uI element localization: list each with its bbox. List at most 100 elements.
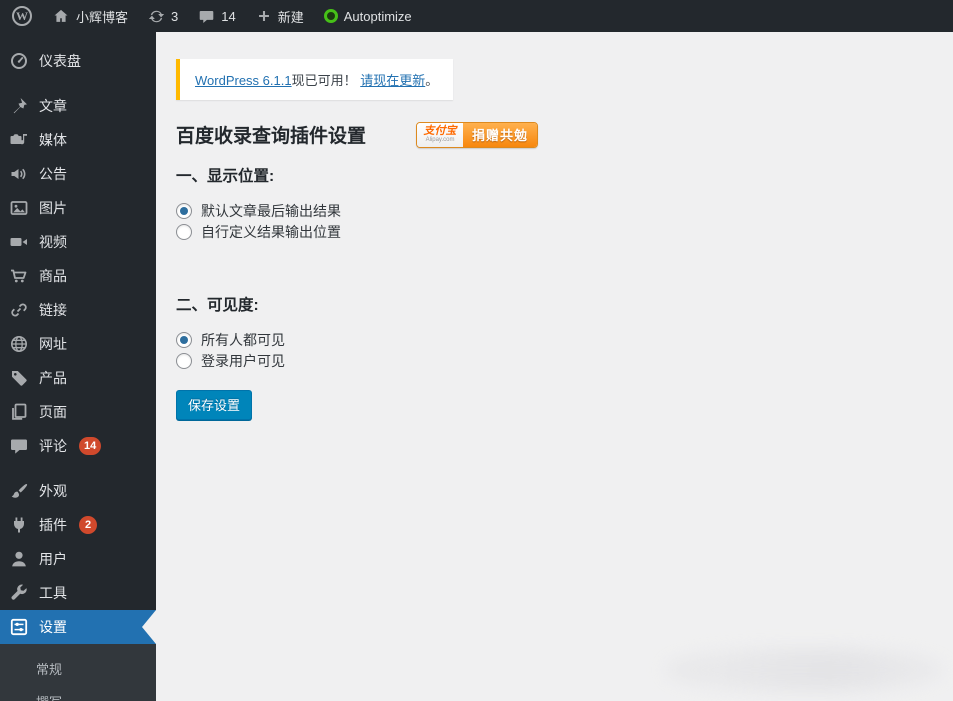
section-heading: 一、显示位置: (176, 168, 275, 185)
comment-icon (198, 8, 215, 25)
update-notice: WordPress 6.1.1现已可用！ 请现在更新。 (176, 59, 454, 100)
new-content-link[interactable]: 新建 (246, 0, 314, 32)
radio-option[interactable]: 所有人都可见 (176, 330, 933, 349)
alipay-donate-button[interactable]: 支付宝 Alipay.com 捐赠共勉 (416, 121, 539, 148)
count-badge: 2 (79, 516, 97, 534)
sidebar-item-label: 商品 (39, 268, 67, 284)
media-icon (9, 130, 29, 150)
sidebar-item-label: 网址 (39, 336, 67, 352)
page-title: 百度收录查询插件设置 (176, 126, 367, 147)
wordpress-logo-icon: W (12, 6, 32, 26)
settings-section: 二、可见度: 所有人都可见 登录用户可见 (176, 293, 933, 370)
sidebar-item-media[interactable]: 媒体 (0, 123, 156, 157)
menu-separator (0, 463, 156, 474)
radio-option[interactable]: 默认文章最后输出结果 (176, 201, 933, 220)
cart-icon (9, 266, 29, 286)
settings-section: 一、显示位置: 默认文章最后输出结果 自行定义结果输出位置 (176, 164, 933, 241)
save-settings-button[interactable]: 保存设置 (176, 390, 253, 420)
autoptimize-link[interactable]: Autoptimize (314, 0, 422, 32)
home-icon (52, 7, 70, 25)
site-name: 小辉博客 (76, 9, 129, 25)
menu-separator (0, 78, 156, 89)
video-icon (9, 232, 29, 252)
radio-checked-icon[interactable] (176, 331, 192, 348)
sidebar-item-label: 插件 (39, 517, 67, 533)
sidebar-item-label: 用户 (39, 551, 67, 567)
sidebar-item-links[interactable]: 链接 (0, 293, 156, 327)
sidebar-item-label: 公告 (39, 166, 67, 182)
site-home-link[interactable]: 小辉博客 (42, 0, 138, 32)
main-content: WordPress 6.1.1现已可用！ 请现在更新。 百度收录查询插件设置 支… (156, 32, 953, 701)
image-icon (9, 198, 29, 218)
sidebar-item-posts[interactable]: 文章 (0, 89, 156, 123)
sidebar-item-videos[interactable]: 视频 (0, 225, 156, 259)
updates-link[interactable]: 3 (138, 0, 188, 32)
comment-icon (9, 436, 29, 456)
sidebar-item-label: 媒体 (39, 132, 67, 148)
sidebar-item-products[interactable]: 产品 (0, 361, 156, 395)
update-count: 3 (171, 8, 179, 24)
sidebar-item-announcements[interactable]: 公告 (0, 157, 156, 191)
sidebar-item-settings[interactable]: 设置 (0, 610, 156, 644)
sidebar-item-label: 图片 (39, 200, 67, 216)
sidebar-item-label: 工具 (39, 585, 67, 601)
sidebar-item-tools[interactable]: 工具 (0, 576, 156, 610)
sidebar-item-label: 产品 (39, 370, 67, 386)
sidebar-item-label: 文章 (39, 98, 67, 114)
count-badge: 14 (79, 437, 102, 455)
sidebar-item-label: 设置 (39, 619, 67, 635)
user-icon (9, 549, 29, 569)
radio-option[interactable]: 登录用户可见 (176, 351, 933, 370)
sidebar-item-comments[interactable]: 评论 14 (0, 429, 156, 463)
comments-link[interactable]: 14 (188, 0, 245, 32)
admin-sidebar: 仪表盘文章媒体公告图片视频商品链接网址产品页面评论 14 外观插件 2 用户工具设置 常… (0, 32, 156, 701)
sidebar-item-users[interactable]: 用户 (0, 542, 156, 576)
globe-icon (9, 334, 29, 354)
radio-option-label: 登录用户可见 (201, 352, 285, 369)
radio-option[interactable]: 自行定义结果输出位置 (176, 222, 933, 241)
settings-submenu: 常规撰写 (0, 644, 156, 701)
sidebar-item-urls[interactable]: 网址 (0, 327, 156, 361)
radio-option-label: 默认文章最后输出结果 (201, 202, 341, 219)
comment-count: 14 (221, 8, 236, 24)
dashboard-icon (9, 51, 29, 71)
wrench-icon (9, 583, 29, 603)
sidebar-item-label: 评论 (39, 438, 67, 454)
notice-suffix: 。 (425, 73, 439, 88)
sidebar-item-images[interactable]: 图片 (0, 191, 156, 225)
megaphone-icon (9, 164, 29, 184)
sidebar-item-label: 仪表盘 (39, 53, 81, 69)
sidebar-item-dashboard[interactable]: 仪表盘 (0, 44, 156, 78)
sidebar-item-label: 链接 (39, 302, 67, 318)
radio-unchecked-icon[interactable] (176, 223, 192, 240)
radio-unchecked-icon[interactable] (176, 352, 192, 369)
radio-option-label: 所有人都可见 (201, 331, 285, 348)
wordpress-version-link[interactable]: WordPress 6.1.1 (195, 73, 292, 88)
update-now-link[interactable]: 请现在更新 (360, 73, 425, 88)
plus-icon (256, 8, 272, 24)
section-heading: 二、可见度: (176, 297, 259, 314)
sidebar-item-label: 外观 (39, 483, 67, 499)
sidebar-item-plugins[interactable]: 插件 2 (0, 508, 156, 542)
sidebar-item-label: 视频 (39, 234, 67, 250)
wordpress-menu[interactable]: W (2, 0, 42, 32)
tag-icon (9, 368, 29, 388)
settings-icon (9, 617, 29, 637)
new-label: 新建 (277, 9, 304, 25)
plug-icon (9, 515, 29, 535)
radio-option-label: 自行定义结果输出位置 (201, 223, 341, 240)
radio-checked-icon[interactable] (176, 202, 192, 219)
current-menu-arrow (142, 610, 156, 644)
sidebar-item-goods[interactable]: 商品 (0, 259, 156, 293)
sidebar-item-appearance[interactable]: 外观 (0, 474, 156, 508)
update-icon (148, 8, 165, 25)
pin-icon (9, 96, 29, 116)
submenu-item-general[interactable]: 常规 (0, 652, 156, 685)
alipay-logo: 支付宝 Alipay.com (417, 122, 464, 147)
admin-bar: W 小辉博客 3 14 新建 Autoptimize (0, 0, 953, 32)
autoptimize-label: Autoptimize (343, 8, 412, 24)
sidebar-item-pages[interactable]: 页面 (0, 395, 156, 429)
submenu-item-writing[interactable]: 撰写 (0, 685, 156, 701)
link-icon (9, 300, 29, 320)
autoptimize-icon (323, 9, 338, 23)
